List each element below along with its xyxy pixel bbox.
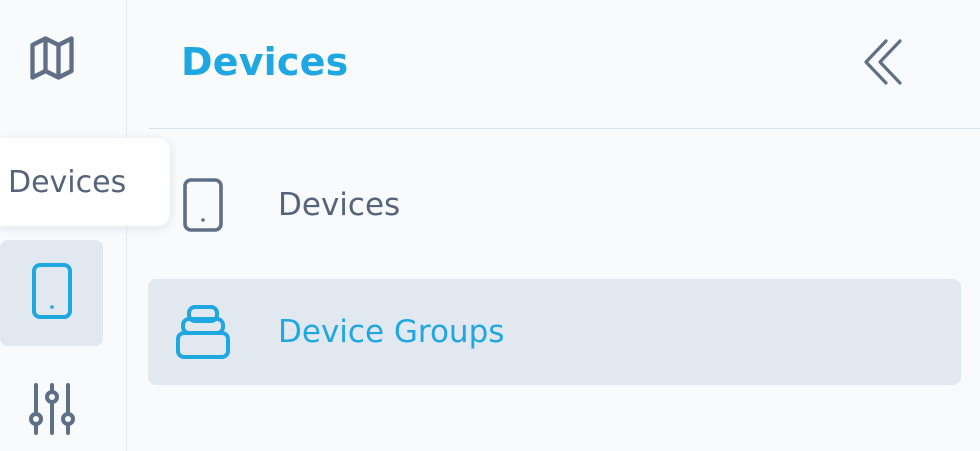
map-icon xyxy=(26,32,78,88)
nav-item-label: Device Groups xyxy=(278,314,505,350)
rail-filters-button[interactable] xyxy=(0,370,103,451)
panel-title: Devices xyxy=(181,40,349,84)
devices-panel: Devices Devices Device Groups xyxy=(127,0,980,451)
rail-tooltip: Devices xyxy=(0,138,170,226)
tablet-icon xyxy=(27,260,77,326)
sliders-icon xyxy=(26,379,78,443)
nav-item-devices[interactable]: Devices xyxy=(148,152,961,258)
rail-devices-button[interactable] xyxy=(0,240,103,346)
app-root: Devices Devices Devices Device Groups xyxy=(0,0,980,451)
collapse-panel-button[interactable] xyxy=(855,36,911,92)
header-divider xyxy=(149,128,980,129)
nav-item-label: Devices xyxy=(278,187,401,223)
rail-map-button[interactable] xyxy=(0,20,103,100)
nav-item-device-groups[interactable]: Device Groups xyxy=(148,279,961,385)
double-chevron-left-icon xyxy=(860,37,906,91)
stack-icon xyxy=(148,279,258,385)
